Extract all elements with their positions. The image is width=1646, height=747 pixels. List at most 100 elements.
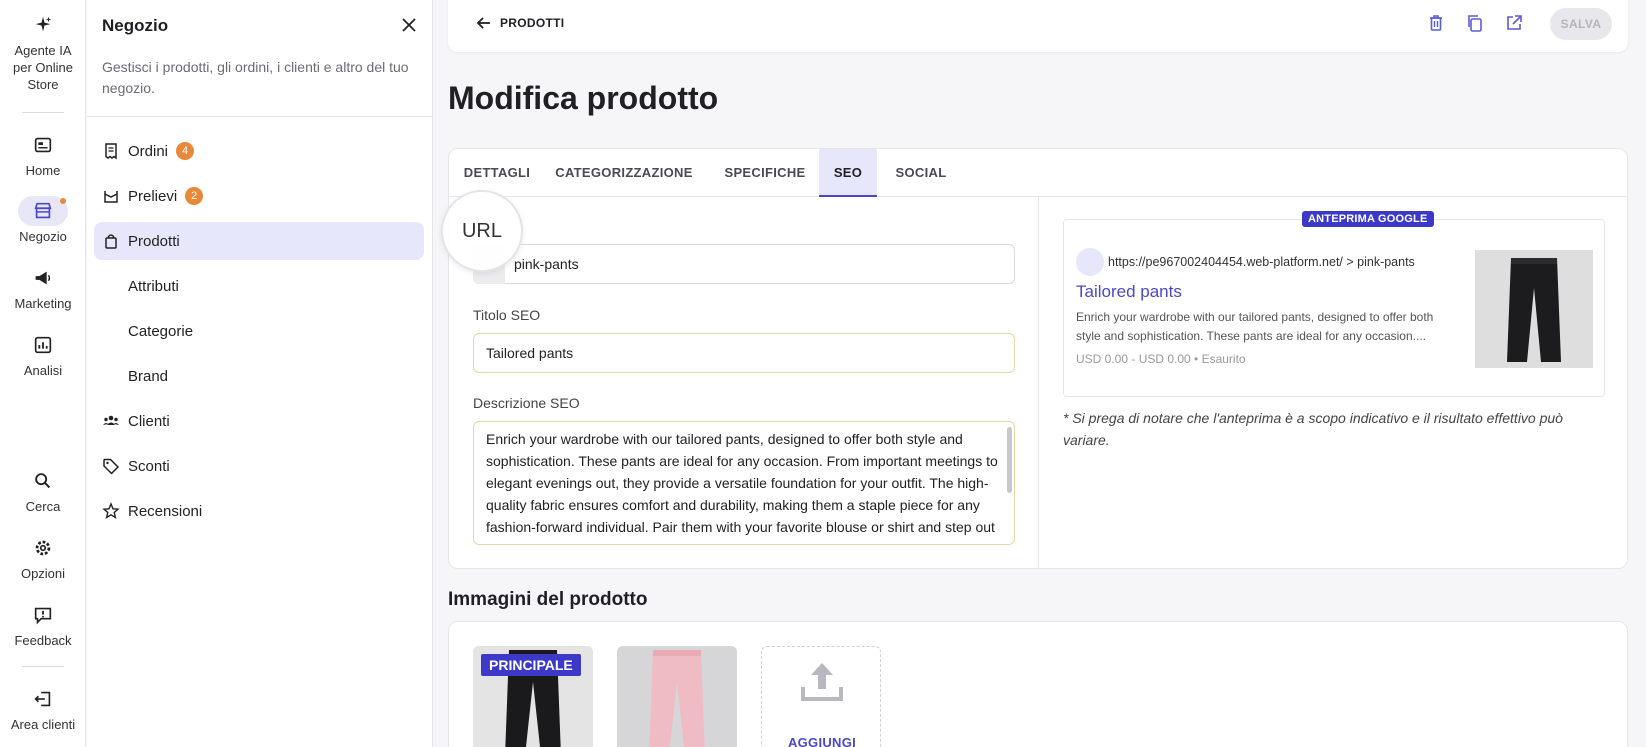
textarea-scrollbar[interactable] [1007, 427, 1012, 493]
rail-marketing[interactable]: Marketing [0, 267, 86, 312]
add-image-label: AGGIUNGI [787, 735, 857, 747]
users-icon [103, 415, 119, 425]
close-icon[interactable] [399, 15, 419, 35]
gear-icon [35, 540, 51, 556]
seo-title-label: Titolo SEO [473, 307, 541, 323]
rail-feedback[interactable]: Feedback [0, 604, 86, 649]
store-icon [34, 202, 52, 219]
google-preview: ANTEPRIMA GOOGLE https://pe967002404454.… [1063, 211, 1605, 397]
nav-item-label: Prelievi [128, 187, 178, 205]
rail-divider [22, 666, 64, 667]
save-button[interactable]: SALVA [1550, 8, 1612, 40]
rail-search-label: Cerca [25, 499, 61, 514]
home-icon [34, 137, 52, 153]
rail-shop[interactable]: Negozio [0, 200, 86, 245]
rail-marketing-label: Marketing [14, 296, 72, 311]
url-input[interactable]: pink-pants [473, 244, 1015, 284]
nav-item-label: Clienti [128, 412, 170, 430]
main-image-tag: PRINCIPALE [481, 654, 581, 676]
preview-price: USD 0.00 - USD 0.00 • Esaurito [1076, 352, 1246, 366]
rail-agent-label: Agente IA per Online Store [13, 43, 73, 92]
preview-note: * Si prega di notare che l'anteprima è a… [1063, 410, 1563, 448]
search-icon [35, 473, 51, 489]
nav-item-discounts[interactable]: Sconti [94, 447, 424, 485]
feedback-icon [34, 607, 52, 625]
preview-title: Tailored pants [1076, 282, 1182, 301]
preview-description: Enrich your wardrobe with our tailored p… [1076, 310, 1434, 343]
trash-icon[interactable] [1426, 13, 1446, 33]
rail-analytics-label: Analisi [23, 363, 63, 378]
chart-icon [34, 336, 52, 354]
rail-home-label: Home [25, 163, 61, 178]
nav-item-label: Ordini [128, 142, 169, 160]
pink-pants-thumbnail [617, 646, 737, 747]
rail-options[interactable]: Opzioni [0, 537, 86, 582]
nav-item-reviews[interactable]: Recensioni [94, 492, 424, 530]
app-rail: Agente IA per Online Store Home Negozio … [0, 0, 86, 747]
rail-home[interactable]: Home [0, 134, 86, 179]
google-preview-column: ANTEPRIMA GOOGLE https://pe967002404454.… [1039, 197, 1627, 568]
bag-icon [105, 234, 117, 249]
rail-client-area[interactable]: Area clienti [0, 688, 86, 733]
megaphone-icon [35, 271, 51, 285]
rail-options-label: Opzioni [20, 566, 66, 581]
preview-url: https://pe967002404454.web-platform.net/… [1108, 255, 1415, 269]
tab-categorization[interactable]: CATEGORIZZAZIONE [545, 149, 703, 197]
nav-item-label: Brand [128, 367, 169, 385]
external-link-icon[interactable] [1504, 13, 1524, 33]
images-section-title: Immagini del prodotto [448, 589, 648, 610]
tab-details[interactable]: DETTAGLI [449, 149, 545, 197]
rail-analytics[interactable]: Analisi [0, 334, 86, 379]
images-card: PRINCIPALE AGGIUNGI [448, 621, 1628, 747]
panel-divider [87, 116, 433, 117]
sparkle-icon [35, 16, 52, 32]
editor-toolbar: PRODOTTI SALVA [448, 0, 1628, 52]
copy-icon[interactable] [1465, 13, 1485, 33]
shop-panel: Negozio Gestisci i prodotti, gli ordini,… [87, 0, 433, 747]
rail-agent[interactable]: Agente IA per Online Store [0, 14, 86, 93]
nav-item-label: Categorie [128, 322, 194, 340]
nav-item-customers[interactable]: Clienti [94, 402, 424, 440]
rail-shop-label: Negozio [19, 229, 67, 244]
add-image-button[interactable]: AGGIUNGI [761, 646, 881, 747]
rail-search[interactable]: Cerca [0, 470, 86, 515]
panel-description: Gestisci i prodotti, gli ordini, i clien… [102, 59, 409, 96]
seo-description-textarea[interactable]: Enrich your wardrobe with our tailored p… [473, 421, 1015, 545]
tab-seo[interactable]: SEO [819, 149, 877, 197]
rail-feedback-label: Feedback [14, 633, 72, 648]
nav-item-label: Sconti [128, 457, 170, 475]
product-image-pink[interactable] [617, 646, 737, 747]
page-title: Modifica prodotto [448, 80, 719, 116]
receipt-icon [105, 143, 117, 160]
google-preview-tag: ANTEPRIMA GOOGLE [1302, 211, 1434, 227]
basket-icon [104, 191, 118, 203]
tag-icon [103, 458, 120, 475]
seo-description-label: Descrizione SEO [473, 395, 580, 411]
nav-item-brand[interactable]: Brand [94, 357, 424, 395]
nav-item-label: Attributi [128, 277, 179, 295]
rail-client-area-label: Area clienti [10, 717, 76, 732]
product-tabs: DETTAGLI CATEGORIZZAZIONE SPECIFICHE SEO… [449, 149, 1627, 197]
nav-item-categories[interactable]: Categorie [94, 312, 424, 350]
upload-icon [801, 663, 843, 701]
orders-badge: 4 [176, 142, 195, 160]
tab-specs[interactable]: SPECIFICHE [703, 149, 827, 197]
favicon-placeholder [1076, 248, 1104, 276]
star-icon [102, 502, 120, 519]
preview-product-image [1475, 250, 1593, 368]
panel-title: Negozio [102, 16, 169, 35]
seo-title-input[interactable]: Tailored pants [473, 333, 1015, 373]
nav-item-pickups[interactable]: Prelievi 2 [94, 177, 424, 215]
nav-item-label: Recensioni [128, 502, 203, 520]
rail-divider [22, 112, 64, 113]
nav-item-attributes[interactable]: Attributi [94, 267, 424, 305]
black-pants-image [1507, 258, 1561, 362]
seo-card: DETTAGLI CATEGORIZZAZIONE SPECIFICHE SEO… [448, 148, 1628, 569]
tab-social[interactable]: SOCIAL [879, 149, 963, 197]
product-image-main[interactable]: PRINCIPALE [473, 646, 593, 747]
arrow-left-icon [476, 17, 490, 29]
nav-item-products[interactable]: Prodotti [94, 222, 424, 260]
nav-item-orders[interactable]: Ordini 4 [94, 132, 424, 170]
logout-icon [34, 691, 51, 707]
back-to-products[interactable]: PRODOTTI [476, 15, 564, 31]
